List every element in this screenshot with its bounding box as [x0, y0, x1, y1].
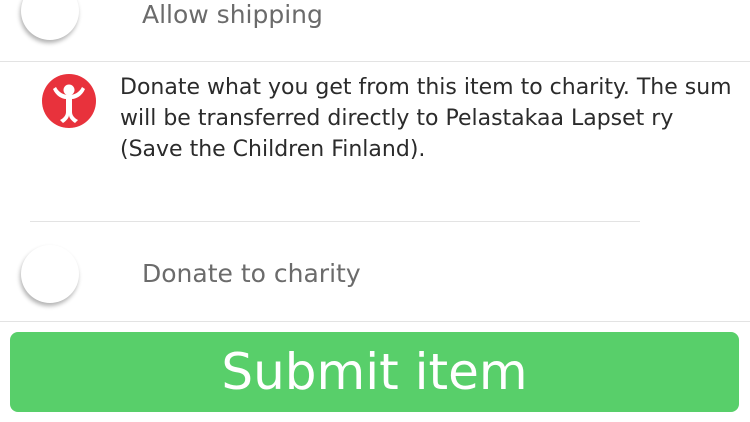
allow-shipping-label: Allow shipping [142, 0, 323, 29]
donate-charity-toggle[interactable] [21, 245, 79, 303]
donate-charity-label: Donate to charity [142, 259, 361, 288]
donate-divider [0, 321, 750, 322]
charity-divider [30, 221, 640, 222]
submit-item-button[interactable]: Submit item [10, 332, 739, 412]
item-form-screen: Allow shipping Donate what you get from … [0, 0, 750, 422]
charity-description: Donate what you get from this item to ch… [120, 75, 732, 162]
save-the-children-logo-icon [42, 74, 96, 128]
allow-shipping-toggle[interactable] [21, 0, 79, 40]
shipping-divider [0, 61, 750, 62]
